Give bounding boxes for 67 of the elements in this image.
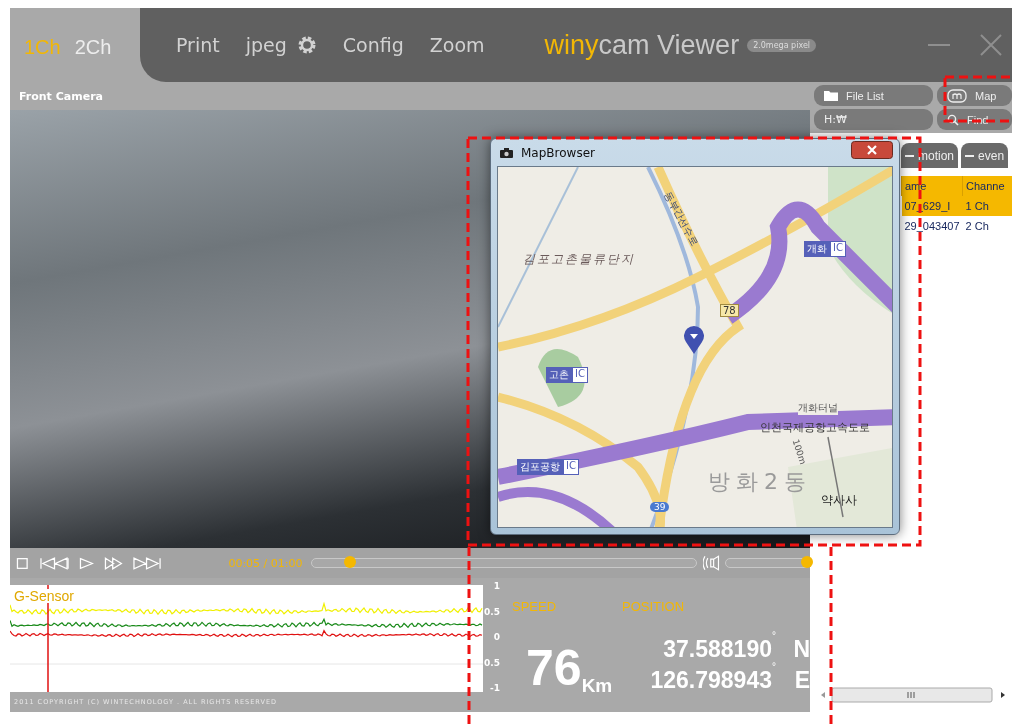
resolution-badge: 2.0mega pixel — [747, 38, 817, 52]
map-button[interactable]: Map — [937, 85, 1012, 106]
gear-icon[interactable] — [296, 35, 317, 55]
map-label: 약사사 — [821, 492, 857, 509]
camera-icon — [500, 147, 513, 158]
camera-label: Front Camera — [19, 89, 103, 103]
longitude-value: 126.798943 — [649, 667, 772, 694]
axis-tick-label: 1 — [493, 581, 500, 591]
volume-slider[interactable] — [724, 558, 810, 568]
axis-tick-label: -1 — [490, 683, 500, 693]
volume-thumb[interactable] — [800, 556, 813, 568]
speed-value: 76 — [526, 643, 582, 693]
file-row[interactable]: 07_629_I 1 Ch — [901, 196, 1012, 216]
axis-tick-label: 0.5 — [484, 606, 500, 617]
speed-unit: Km — [581, 675, 613, 697]
folder-icon — [824, 90, 838, 101]
menu-item[interactable]: Config — [342, 34, 404, 56]
column-header[interactable]: Channe — [962, 176, 1012, 196]
axis-tick-label: 0.5 — [484, 657, 500, 668]
map-label: 방화2동 — [708, 468, 812, 496]
table-cell: 07_629_I — [901, 196, 963, 216]
axis-tick-label: 0 — [493, 632, 500, 642]
close-button[interactable] — [851, 140, 893, 159]
close-icon[interactable] — [980, 34, 1002, 56]
stop-icon[interactable] — [16, 556, 30, 570]
table-cell: 1 Ch — [962, 196, 1012, 216]
map-label: 김포공항 IC — [517, 459, 579, 475]
playback-time: 00:05 / 01:00 — [228, 556, 303, 570]
skip-forward-icon[interactable] — [133, 556, 163, 570]
file-row[interactable]: 29_043407 2 Ch — [901, 216, 1012, 236]
m-letter-icon — [947, 88, 967, 103]
skip-back-icon[interactable] — [39, 556, 69, 570]
menu-item[interactable]: Print — [176, 34, 220, 56]
play-icon[interactable] — [78, 556, 95, 570]
column-header[interactable]: ame — [901, 176, 963, 196]
path-field[interactable]: H:₩ — [814, 109, 933, 130]
latitude-direction: N — [792, 636, 810, 663]
position-label: POSITION — [622, 599, 686, 614]
callout-frame — [943, 75, 1012, 123]
search-icon — [947, 113, 959, 126]
map-label: 인천국제공항고속도로 — [760, 420, 870, 435]
table-cell: 2 Ch — [962, 216, 1012, 236]
longitude-direction: E — [793, 667, 810, 694]
minimize-icon[interactable] — [928, 43, 950, 47]
degree-sign: ° — [772, 661, 777, 672]
seek-thumb[interactable] — [344, 556, 356, 568]
map-label: 고촌 IC — [546, 367, 588, 383]
map-label: 김포고촌물류단지 — [523, 251, 635, 268]
step-forward-icon[interactable] — [104, 556, 124, 570]
file-list-button[interactable]: File List — [814, 85, 933, 106]
seek-slider[interactable] — [310, 558, 698, 568]
map-label: 78 — [720, 304, 739, 317]
list-tab[interactable]: even — [961, 143, 1009, 168]
latitude-value: 37.588190 — [662, 636, 772, 663]
map-label: 개화터널 — [798, 401, 838, 415]
menu-item[interactable]: Zoom — [429, 34, 485, 56]
map-label: 100m — [790, 438, 808, 466]
menu-item[interactable]: jpeg — [245, 34, 287, 56]
map-label: 개화 IC — [804, 241, 846, 257]
degree-sign: ° — [772, 630, 777, 641]
window-title: MapBrowser — [521, 145, 595, 160]
app-title: winycam Viewer — [544, 29, 740, 61]
map-label: 39 — [650, 502, 670, 512]
table-cell: 29_043407 — [901, 216, 963, 236]
chart-title: G-Sensor — [14, 589, 74, 603]
location-pin-icon — [683, 325, 705, 355]
speed-label: SPEED — [512, 599, 558, 614]
